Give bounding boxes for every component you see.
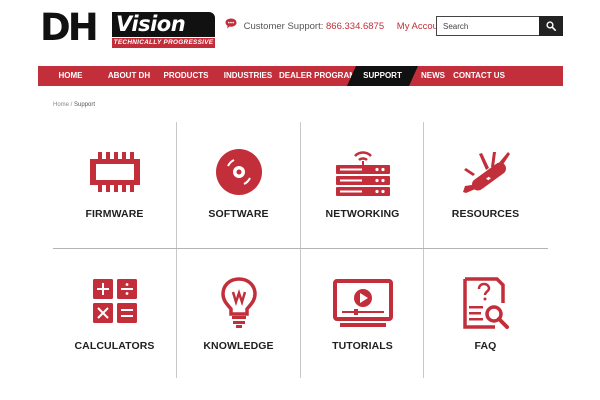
- support-grid: FIRMWARE SOFTWARE NETWORKING RESOURCES C…: [53, 122, 548, 378]
- tile-networking[interactable]: NETWORKING: [301, 122, 424, 248]
- tile-resources[interactable]: RESOURCES: [424, 122, 547, 248]
- tile-faq[interactable]: FAQ: [424, 249, 547, 375]
- search-bar: [436, 16, 563, 36]
- nav-item-about-dh[interactable]: ABOUT DH: [103, 66, 155, 86]
- search-input[interactable]: [436, 16, 539, 36]
- main-navigation: HOME ABOUT DH PRODUCTS INDUSTRIES DEALER…: [38, 66, 563, 86]
- faq-document-icon: [455, 277, 517, 329]
- dh-vision-logo[interactable]: DH Vision TECHNICALLY PROGRESSIVE: [40, 6, 216, 50]
- tile-resources-label: RESOURCES: [451, 208, 520, 220]
- support-phone-link[interactable]: 866.334.6875: [326, 21, 384, 32]
- nav-item-industries[interactable]: INDUSTRIES: [217, 66, 279, 86]
- customer-support: Customer Support: 866.334.6875 My Accoun…: [225, 18, 446, 34]
- logo-vision-box: Vision: [112, 12, 215, 37]
- nav-item-contact-us[interactable]: CONTACT US: [448, 66, 510, 86]
- nav-item-home[interactable]: HOME: [38, 66, 103, 86]
- disc-icon: [208, 146, 270, 198]
- logo-vision-text: Vision: [116, 12, 186, 36]
- breadcrumb-current: Support: [74, 102, 96, 108]
- tile-calculators[interactable]: CALCULATORS: [53, 249, 176, 375]
- tile-firmware-label: FIRMWARE: [85, 208, 144, 220]
- chip-icon: [84, 146, 146, 198]
- tile-knowledge[interactable]: KNOWLEDGE: [177, 249, 300, 375]
- nav-item-support[interactable]: SUPPORT: [347, 66, 418, 86]
- search-button[interactable]: [539, 16, 563, 36]
- nav-item-news[interactable]: NEWS: [418, 66, 448, 86]
- lightbulb-icon: [208, 277, 270, 329]
- calculator-icon: [84, 277, 146, 329]
- router-icon: [332, 146, 394, 198]
- tile-tutorials-label: TUTORIALS: [332, 340, 393, 352]
- tile-software-label: SOFTWARE: [208, 208, 269, 220]
- tile-faq-label: FAQ: [474, 340, 497, 352]
- nav-item-dealer-program[interactable]: DEALER PROGRAM: [279, 66, 356, 86]
- multitool-icon: [455, 146, 517, 198]
- breadcrumb-home-link[interactable]: Home: [53, 102, 69, 108]
- tile-knowledge-label: KNOWLEDGE: [203, 340, 274, 352]
- support-label: Customer Support:: [243, 21, 327, 33]
- video-player-icon: [332, 277, 394, 329]
- tile-software[interactable]: SOFTWARE: [177, 122, 300, 248]
- nav-item-products[interactable]: PRODUCTS: [155, 66, 217, 86]
- tile-networking-label: NETWORKING: [325, 208, 400, 220]
- tile-firmware[interactable]: FIRMWARE: [53, 122, 176, 248]
- tile-calculators-label: CALCULATORS: [74, 340, 155, 352]
- chat-bubble-icon: [225, 18, 237, 35]
- logo-tagline: TECHNICALLY PROGRESSIVE: [112, 38, 215, 48]
- logo-dh-text: DH: [40, 6, 99, 49]
- search-icon: [546, 19, 556, 34]
- tile-tutorials[interactable]: TUTORIALS: [301, 249, 424, 375]
- breadcrumb: Home / Support: [53, 102, 95, 108]
